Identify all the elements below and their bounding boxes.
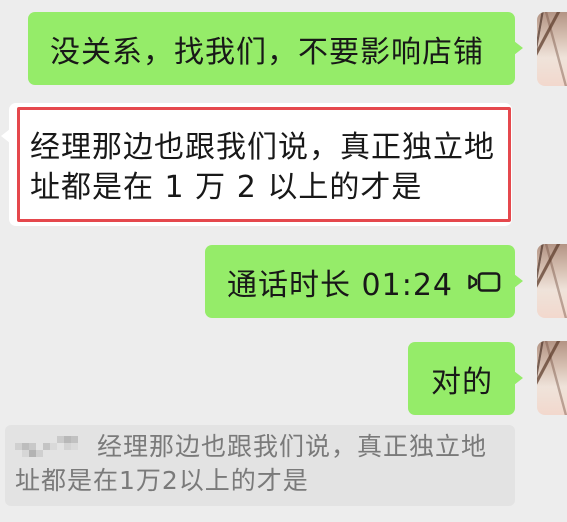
message-text-line: 址都是在 1 万 2 以上的才是 <box>30 170 423 205</box>
quoted-text: 经理那边也跟我们说，真正独立地 <box>97 432 488 461</box>
my-avatar[interactable] <box>537 341 567 415</box>
call-record-bubble[interactable]: 通话时长 01:24 <box>205 245 523 318</box>
video-call-icon <box>468 271 501 292</box>
my-avatar[interactable] <box>537 12 567 86</box>
message-text: 对的 <box>431 364 493 400</box>
chat-area: 没关系，找我们，不要影响店铺 经理那边也跟我们说，真正独立地 址都是在 1 万 … <box>0 0 567 522</box>
message-bubble-outgoing[interactable]: 对的 <box>408 342 523 415</box>
quoted-message-line: 经理那边也跟我们说，真正独立地 <box>15 430 505 464</box>
message-text-line: 经理那边也跟我们说，真正独立地 <box>30 130 495 165</box>
blurred-sender-name <box>15 436 78 457</box>
call-duration-text: 通话时长 01:24 <box>227 267 453 303</box>
quoted-message-line: 址都是在1万2以上的才是 <box>15 466 309 495</box>
quoted-message[interactable]: 经理那边也跟我们说，真正独立地 址都是在1万2以上的才是 <box>5 425 515 506</box>
my-avatar[interactable] <box>537 244 567 318</box>
message-bubble-outgoing[interactable]: 没关系，找我们，不要影响店铺 <box>28 12 523 85</box>
message-text: 没关系，找我们，不要影响店铺 <box>50 34 484 70</box>
message-bubble-incoming[interactable]: 经理那边也跟我们说，真正独立地 址都是在 1 万 2 以上的才是 <box>1 103 512 226</box>
